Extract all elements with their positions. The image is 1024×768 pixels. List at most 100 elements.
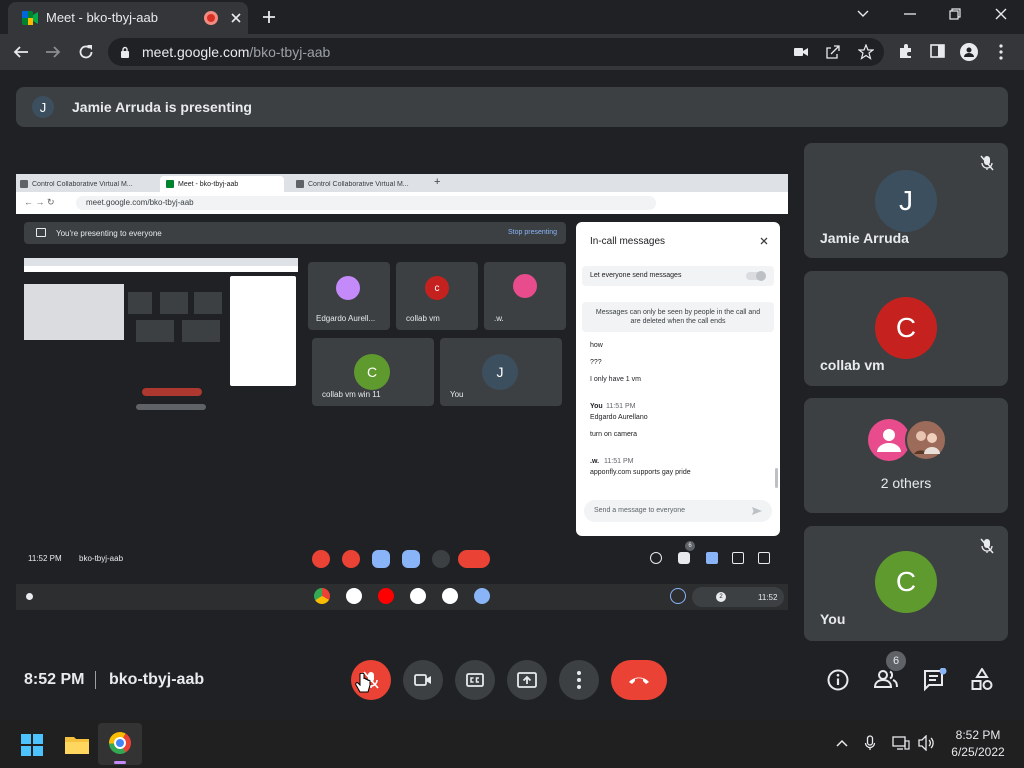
new-tab-icon[interactable]	[262, 10, 276, 24]
inner-presenting-text: You're presenting to everyone	[56, 229, 162, 238]
participant-tile-collab-vm: C collab vm	[804, 271, 1008, 386]
network-icon[interactable]	[892, 735, 910, 751]
inner-recursive-screen	[24, 258, 298, 414]
activities-icon[interactable]	[971, 668, 993, 690]
leave-call-button[interactable]	[611, 660, 667, 700]
participant-tile-others[interactable]: 2 others	[804, 398, 1008, 513]
chat-close-icon[interactable]	[760, 237, 768, 245]
profile-avatar[interactable]	[960, 43, 978, 61]
inner-tile-avatar	[336, 276, 360, 300]
volume-icon[interactable]	[918, 735, 936, 751]
tab-search-chevron-icon[interactable]	[857, 9, 869, 19]
person-icon	[877, 429, 901, 452]
meeting-time: 8:52 PM	[24, 671, 85, 688]
reload-icon[interactable]	[77, 43, 95, 61]
chat-toggle-switch[interactable]	[746, 271, 766, 281]
hand-cursor-icon	[355, 673, 371, 693]
participant-tile-you: C You	[804, 526, 1008, 641]
meet-favicon-icon	[22, 11, 38, 25]
browser-tab[interactable]: Meet - bko-tbyj-aab	[8, 2, 248, 34]
inner-tile-name: Edgardo Aurell...	[316, 314, 376, 323]
taskbar-time[interactable]: 8:52 PM	[940, 728, 1016, 742]
back-arrow-icon[interactable]	[13, 44, 29, 60]
inner-gmail-icon	[346, 588, 362, 604]
close-tab-icon[interactable]	[230, 12, 242, 24]
inner-tile-avatar: c	[425, 276, 449, 300]
participant-avatar: C	[875, 297, 937, 359]
taskbar-date[interactable]: 6/25/2022	[940, 745, 1016, 759]
inner-tab: Control Collaborative Virtual M...	[296, 176, 436, 192]
chat-message: how	[590, 342, 603, 349]
chat-message: turn on camera	[590, 431, 638, 438]
side-panel-icon[interactable]	[930, 44, 945, 58]
recursive-tile	[194, 292, 222, 314]
present-screen-button[interactable]	[507, 660, 547, 700]
inner-url-field: meet.google.com/bko-tbyj-aab	[76, 196, 656, 210]
inner-shelf: 2 11:52	[16, 584, 788, 610]
chrome-taskbar-button[interactable]	[98, 723, 142, 765]
inner-shelf-time: 11:52	[758, 593, 778, 602]
inner-tile-edgardo: Edgardo Aurell...	[308, 262, 390, 330]
inner-url-text: meet.google.com/bko-tbyj-aab	[86, 198, 194, 207]
participant-name: You	[820, 611, 846, 627]
inner-tile-name: You	[450, 390, 464, 399]
captions-button[interactable]	[455, 660, 495, 700]
recursive-controls	[142, 388, 202, 396]
captions-icon	[466, 673, 484, 687]
chrome-icon	[109, 732, 131, 754]
forward-arrow-icon[interactable]	[45, 44, 61, 60]
window-close-icon[interactable]	[995, 8, 1007, 20]
inner-settings-icon	[474, 588, 490, 604]
inner-tile-name: collab vm win 11	[322, 390, 381, 399]
url-field[interactable]: meet.google.com/bko-tbyj-aab	[108, 38, 884, 66]
recursive-tabbar	[24, 258, 298, 266]
chat-sender: .w.	[590, 458, 600, 465]
camera-indicator-icon[interactable]	[794, 46, 808, 58]
inner-tab-title: Meet - bko-tbyj-aab	[178, 180, 239, 188]
inner-leave-icon	[458, 550, 490, 568]
inner-tile-avatar	[513, 274, 537, 298]
chat-toggle-label: Let everyone send messages	[590, 272, 682, 279]
inner-activities-icon	[732, 552, 744, 564]
chat-toggle-row[interactable]: Let everyone send messages	[582, 266, 774, 286]
show-hidden-icons-icon[interactable]	[836, 739, 848, 747]
inner-present-icon	[402, 550, 420, 568]
windows-start-icon[interactable]	[21, 734, 43, 756]
inner-notification-badge: 2	[716, 592, 726, 602]
chat-time: 11:51 PM	[606, 403, 636, 410]
inner-tile-avatar: J	[482, 354, 518, 390]
extensions-icon[interactable]	[898, 43, 914, 59]
minimize-icon[interactable]	[904, 13, 916, 15]
inner-meet-favicon-icon	[166, 180, 174, 188]
camera-toggle-button[interactable]	[403, 660, 443, 700]
inner-address-bar: ← → ↻ meet.google.com/bko-tbyj-aab	[16, 192, 788, 214]
chat-message: apponfly.com supports gay pride	[590, 469, 691, 476]
microphone-icon[interactable]	[864, 735, 876, 751]
hang-up-icon	[629, 677, 649, 684]
inner-tab-strip: Control Collaborative Virtual M... Meet …	[16, 174, 788, 192]
mic-off-icon	[980, 155, 994, 171]
send-icon[interactable]	[752, 506, 762, 516]
chrome-menu-icon[interactable]	[999, 44, 1003, 60]
share-icon[interactable]	[826, 45, 840, 59]
more-options-button[interactable]	[559, 660, 599, 700]
inner-tab-title: Control Collaborative Virtual M...	[308, 180, 409, 188]
person-icon	[914, 431, 940, 454]
chat-notice: Messages can only be seen by people in t…	[582, 302, 774, 332]
inner-app-icon	[442, 588, 458, 604]
file-explorer-icon[interactable]	[64, 733, 90, 755]
address-bar: meet.google.com/bko-tbyj-aab	[0, 34, 1024, 70]
chat-scrollbar[interactable]	[775, 468, 778, 488]
inner-info-icon	[650, 552, 662, 564]
chat-input[interactable]: Send a message to everyone	[584, 500, 772, 522]
meeting-details-icon[interactable]	[827, 669, 849, 691]
inner-tab: Control Collaborative Virtual M...	[20, 176, 154, 192]
people-icon[interactable]	[874, 670, 898, 688]
restore-icon[interactable]	[949, 8, 961, 20]
chat-title: In-call messages	[590, 236, 666, 247]
more-vertical-icon	[577, 671, 581, 689]
inner-launcher-icon	[26, 593, 33, 600]
lock-icon[interactable]	[120, 46, 130, 58]
chat-icon[interactable]	[923, 668, 947, 692]
bookmark-star-icon[interactable]	[858, 44, 874, 60]
